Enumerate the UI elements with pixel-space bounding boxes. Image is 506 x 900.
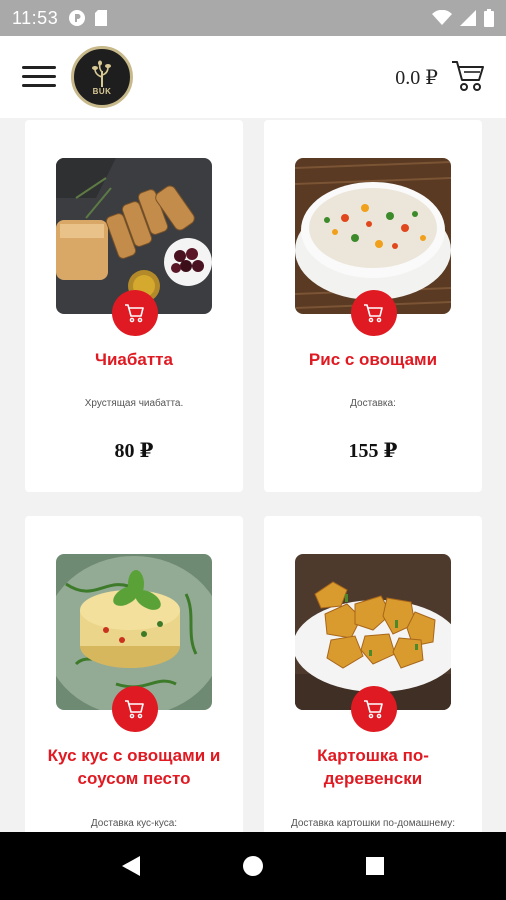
status-notification-icons [68, 9, 108, 27]
product-card-ciabatta[interactable]: Чиабатта Хрустящая чиабатта. 80 ₽ [25, 120, 243, 492]
wifi-icon [432, 10, 452, 25]
add-to-cart-icon [125, 304, 144, 323]
product-title: Рис с овощами [308, 350, 438, 369]
system-nav-bar [0, 832, 506, 900]
logo[interactable]: BUK [71, 46, 133, 108]
add-to-cart-button[interactable] [351, 686, 397, 732]
recents-icon [366, 857, 384, 875]
product-price: 155 ₽ [348, 440, 398, 462]
add-to-cart-icon [125, 700, 144, 719]
product-card-potatoes[interactable]: Картошка по-деревенски Доставка картошки… [264, 516, 482, 832]
app-bar: BUK 0.0 ₽ [0, 36, 506, 118]
product-title: Картошка по-деревенски [317, 746, 429, 788]
logo-tree-icon [92, 60, 111, 87]
status-system-icons [432, 9, 494, 27]
product-description: Доставка кус-куса: [90, 818, 178, 829]
cart-button[interactable] [450, 58, 486, 94]
menu-button[interactable] [22, 64, 58, 90]
cart-total: 0.0 ₽ [395, 67, 438, 89]
product-title: Чиабатта [95, 350, 173, 369]
add-to-cart-icon [364, 304, 383, 323]
add-to-cart-button[interactable] [112, 290, 158, 336]
home-icon [243, 856, 263, 876]
status-bar: 11:53 [0, 0, 506, 36]
sd-card-icon [95, 10, 108, 26]
add-to-cart-button[interactable] [351, 290, 397, 336]
product-description: Доставка: [350, 398, 396, 409]
product-title: Кус кус с овощами и соусом песто [47, 746, 221, 788]
back-icon [122, 856, 140, 876]
cart-icon [452, 61, 484, 91]
product-card-couscous[interactable]: Кус кус с овощами и соусом песто Доставк… [25, 516, 243, 832]
add-to-cart-button[interactable] [112, 686, 158, 732]
home-button[interactable] [233, 846, 273, 886]
signal-icon [460, 10, 476, 26]
status-time: 11:53 [12, 7, 59, 28]
menu-icon-bar-middle [22, 75, 56, 78]
notification-app-icon [69, 10, 86, 26]
recents-button[interactable] [355, 846, 395, 886]
battery-icon [484, 9, 494, 27]
menu-icon-bar-bottom [22, 84, 56, 87]
back-button[interactable] [111, 846, 151, 886]
logo-text: BUK [92, 86, 112, 96]
product-price: 80 ₽ [114, 440, 154, 462]
product-description: Доставка картошки по-домашнему: [290, 818, 456, 829]
product-description: Хрустящая чиабатта. [84, 398, 184, 409]
product-grid[interactable]: Чиабатта Хрустящая чиабатта. 80 ₽ Рис с … [0, 118, 506, 832]
product-card-rice[interactable]: Рис с овощами Доставка: 155 ₽ [264, 120, 482, 492]
menu-icon-bar-top [22, 66, 56, 69]
add-to-cart-icon [364, 700, 383, 719]
